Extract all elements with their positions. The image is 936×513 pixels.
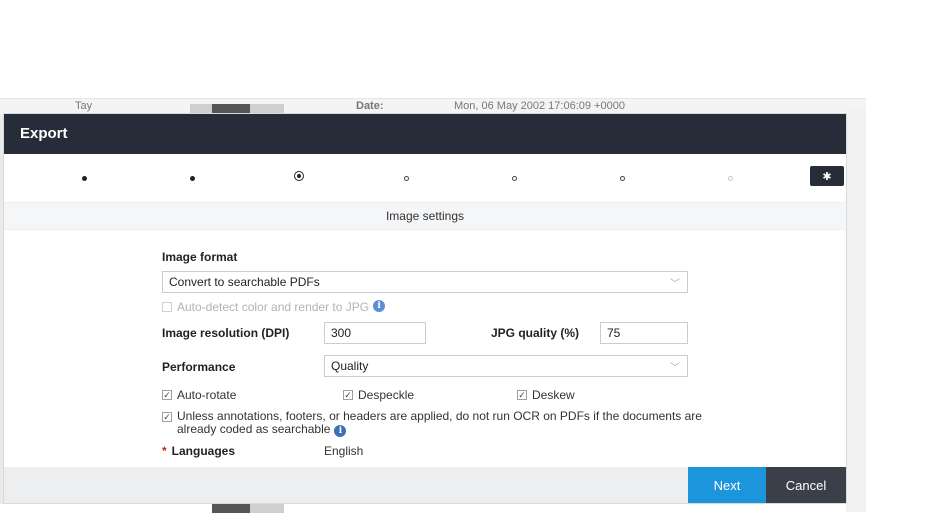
info-icon[interactable]: i (334, 425, 347, 437)
resolution-value: 300 (331, 326, 352, 340)
step-7-indicator (728, 176, 733, 181)
wizard-stepper: ✱ (4, 154, 846, 202)
auto-rotate-label: Auto-rotate (177, 388, 237, 402)
dialog-header: Export (4, 114, 846, 154)
deskew-label: Deskew (532, 388, 575, 402)
gear-icon: ✱ (822, 170, 832, 183)
background-block (212, 503, 250, 513)
background-block (212, 104, 250, 114)
performance-select[interactable]: Quality ﹀ (324, 355, 688, 377)
settings-button[interactable]: ✱ (810, 166, 844, 186)
languages-label: Languages (171, 444, 236, 458)
auto-detect-label: Auto-detect color and render to JPG (177, 300, 370, 314)
background-panel (846, 108, 866, 512)
step-6-indicator[interactable] (620, 176, 625, 181)
dialog-footer: Next Cancel (4, 467, 846, 503)
next-button[interactable]: Next (688, 467, 766, 503)
despeckle-label: Despeckle (358, 388, 415, 402)
ocr-skip-row[interactable]: ✓ Unless annotations, footers, or header… (162, 410, 702, 437)
ocr-skip-label: Unless annotations, footers, or headers … (177, 409, 702, 436)
languages-value[interactable]: English (324, 444, 363, 458)
background-block (250, 503, 284, 513)
ocr-skip-checkbox[interactable]: ✓ (162, 412, 172, 422)
chevron-down-icon: ﹀ (670, 363, 680, 374)
step-1-indicator[interactable] (82, 176, 87, 181)
chevron-down-icon: ﹀ (670, 279, 680, 290)
cancel-button[interactable]: Cancel (766, 467, 846, 503)
resolution-label: Image resolution (DPI) (162, 326, 290, 340)
step-3-current-indicator[interactable] (294, 171, 304, 181)
image-format-select[interactable]: Convert to searchable PDFs ﹀ (162, 271, 688, 293)
auto-detect-row: Auto-detect color and render to JPG i (162, 300, 386, 314)
despeckle-row[interactable]: ✓ Despeckle (343, 388, 414, 402)
background-text: Tay (75, 100, 93, 112)
section-title: Image settings (385, 209, 465, 223)
image-format-value: Convert to searchable PDFs (169, 275, 320, 289)
background-date-label: Date: (356, 100, 384, 112)
jpg-quality-input[interactable]: 75 (600, 322, 688, 344)
resolution-input[interactable]: 300 (324, 322, 426, 344)
jpg-quality-value: 75 (607, 326, 621, 340)
deskew-checkbox[interactable]: ✓ (517, 390, 527, 400)
export-dialog: Export ✱ Image settings Image format Con… (4, 114, 846, 503)
performance-value: Quality (331, 359, 369, 373)
required-marker: * (162, 444, 167, 458)
performance-label: Performance (162, 360, 236, 374)
deskew-row[interactable]: ✓ Deskew (517, 388, 575, 402)
step-2-indicator[interactable] (190, 176, 195, 181)
jpg-quality-label: JPG quality (%) (491, 326, 580, 340)
languages-label-row: * Languages (162, 444, 235, 458)
auto-detect-checkbox (162, 302, 172, 312)
section-header: Image settings (4, 202, 846, 230)
dialog-title: Export (20, 125, 68, 142)
despeckle-checkbox[interactable]: ✓ (343, 390, 353, 400)
auto-rotate-row[interactable]: ✓ Auto-rotate (162, 388, 236, 402)
background-page-row (0, 98, 866, 115)
auto-rotate-checkbox[interactable]: ✓ (162, 390, 172, 400)
background-block (250, 104, 284, 114)
step-5-indicator[interactable] (512, 176, 517, 181)
step-4-indicator[interactable] (404, 176, 409, 181)
background-block (190, 104, 212, 114)
info-icon[interactable]: i (373, 300, 386, 312)
background-date-value: Mon, 06 May 2002 17:06:09 +0000 (454, 100, 625, 112)
image-format-label: Image format (162, 250, 238, 264)
